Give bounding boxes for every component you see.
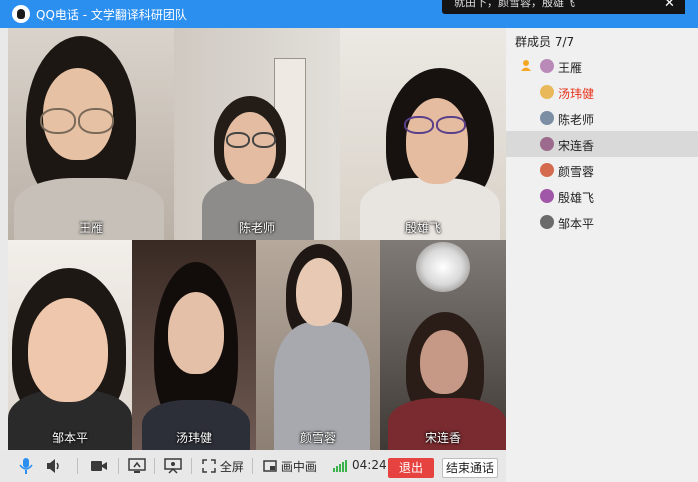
divider bbox=[118, 458, 119, 474]
video-name-label: 邹本平 bbox=[51, 431, 88, 445]
video-name-label: 王雁 bbox=[78, 221, 103, 235]
video-tile[interactable]: 陈老师 bbox=[174, 28, 340, 240]
member-item[interactable]: 陈老师 bbox=[506, 105, 698, 131]
video-grid: 王雁 陈老师 殷雄飞 邹本平 汤玮健 颜雪蓉 宋连香 bbox=[8, 28, 506, 450]
divider bbox=[77, 458, 78, 474]
call-timer: 04:24 bbox=[352, 458, 387, 472]
picture-in-picture-button[interactable]: 画中画 bbox=[263, 458, 317, 474]
picture-in-picture-label: 画中画 bbox=[280, 460, 317, 474]
member-sidebar: 群成员 7/7 王雁 汤玮健 陈老师 宋连香 颜雪蓉 殷雄飞 邹本平 bbox=[506, 28, 698, 482]
avatar bbox=[540, 189, 554, 203]
divider bbox=[252, 458, 253, 474]
video-name-label: 汤玮健 bbox=[175, 431, 212, 445]
window-title: QQ电话 - 文学翻译科研团队 bbox=[36, 8, 187, 22]
avatar bbox=[540, 163, 554, 177]
member-name: 殷雄飞 bbox=[558, 191, 595, 205]
signal-icon bbox=[333, 458, 349, 474]
video-tile[interactable]: 邹本平 bbox=[8, 240, 132, 450]
notification-toast: 就由下，颜雪蓉，殷雄飞 ✕ bbox=[442, 0, 685, 14]
video-tile[interactable]: 汤玮健 bbox=[132, 240, 256, 450]
avatar bbox=[540, 111, 554, 125]
close-icon[interactable]: ✕ bbox=[664, 0, 675, 11]
end-call-button[interactable]: 结束通话 bbox=[442, 458, 498, 478]
member-item[interactable]: 汤玮健 bbox=[506, 79, 698, 105]
fullscreen-label: 全屏 bbox=[219, 460, 244, 474]
divider bbox=[154, 458, 155, 474]
member-name: 颜雪蓉 bbox=[558, 165, 595, 179]
fullscreen-button[interactable]: 全屏 bbox=[202, 458, 244, 474]
microphone-icon[interactable] bbox=[19, 458, 33, 474]
screen-share-icon[interactable] bbox=[128, 458, 146, 474]
video-name-label: 陈老师 bbox=[238, 221, 275, 235]
exit-button[interactable]: 退出 bbox=[388, 458, 434, 478]
member-item[interactable]: 颜雪蓉 bbox=[506, 157, 698, 183]
member-item[interactable]: 宋连香 bbox=[506, 131, 698, 157]
speaker-icon[interactable] bbox=[46, 458, 62, 474]
member-name: 汤玮健 bbox=[558, 87, 595, 101]
member-name: 王雁 bbox=[558, 61, 583, 75]
member-name: 邹本平 bbox=[558, 217, 595, 231]
window-edge bbox=[0, 28, 8, 450]
camera-icon[interactable] bbox=[90, 458, 108, 474]
avatar bbox=[540, 137, 554, 151]
video-tile[interactable]: 颜雪蓉 bbox=[256, 240, 380, 450]
video-tile[interactable]: 王雁 bbox=[8, 28, 174, 240]
play-together-icon[interactable] bbox=[164, 458, 182, 474]
video-name-label: 宋连香 bbox=[424, 431, 461, 445]
member-item[interactable]: 殷雄飞 bbox=[506, 183, 698, 209]
call-toolbar: 全屏 画中画 04:24 退出 结束通话 bbox=[0, 450, 506, 482]
member-name: 陈老师 bbox=[558, 113, 595, 127]
video-tile[interactable]: 宋连香 bbox=[380, 240, 506, 450]
avatar bbox=[540, 59, 554, 73]
member-item[interactable]: 邹本平 bbox=[506, 209, 698, 235]
video-name-label: 颜雪蓉 bbox=[299, 431, 336, 445]
avatar bbox=[540, 215, 554, 229]
divider bbox=[191, 458, 192, 474]
notification-text: 就由下，颜雪蓉，殷雄飞 bbox=[454, 0, 575, 9]
video-tile[interactable]: 殷雄飞 bbox=[340, 28, 506, 240]
member-count: 群成员 7/7 bbox=[515, 35, 575, 49]
picture-in-picture-icon bbox=[263, 460, 277, 472]
avatar bbox=[540, 85, 554, 99]
member-name: 宋连香 bbox=[558, 139, 595, 153]
member-item[interactable]: 王雁 bbox=[506, 53, 698, 79]
video-name-label: 殷雄飞 bbox=[404, 221, 441, 235]
qq-logo-icon bbox=[12, 5, 30, 23]
owner-icon bbox=[521, 60, 531, 71]
fullscreen-icon bbox=[202, 459, 216, 473]
